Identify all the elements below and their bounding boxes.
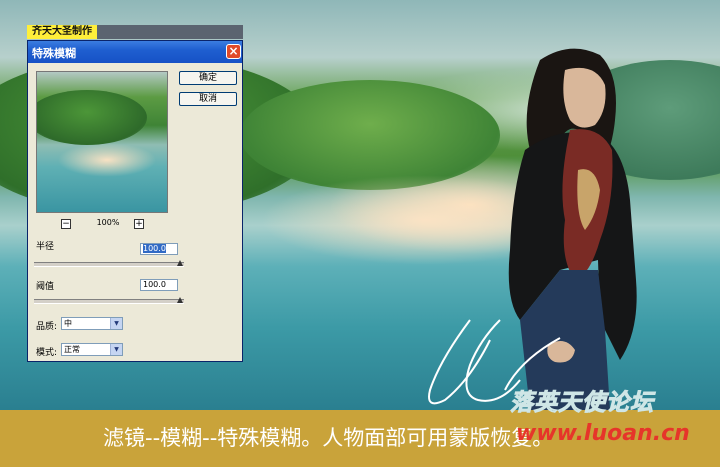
quality-select[interactable]: 中 ▼ <box>61 317 123 330</box>
preview-pane[interactable] <box>36 71 168 213</box>
site-url: www.luoan.cn <box>516 421 690 446</box>
zoom-in-button[interactable]: + <box>134 219 144 229</box>
face <box>563 67 606 128</box>
chevron-down-icon: ▼ <box>110 318 122 329</box>
chevron-down-icon: ▼ <box>110 344 122 355</box>
smart-blur-dialog: 特殊模糊 × 确定 取消 − 100% + 半径 100.0 阈值 100.0 … <box>27 40 243 362</box>
zoom-out-icon: − <box>62 219 70 229</box>
close-icon: × <box>228 44 239 58</box>
mode-label: 模式: <box>36 348 58 358</box>
preview-hill <box>37 90 147 145</box>
cancel-button[interactable]: 取消 <box>179 92 237 106</box>
mask-stroke-1 <box>428 319 491 405</box>
zoom-level: 100% <box>96 218 120 227</box>
threshold-value: 100.0 <box>143 280 166 289</box>
dialog-title: 特殊模糊 <box>32 47 76 60</box>
threshold-input[interactable]: 100.0 <box>140 279 178 291</box>
radius-slider-thumb[interactable] <box>177 260 183 266</box>
zoom-in-icon: + <box>135 219 143 229</box>
radius-input[interactable]: 100.0 <box>140 243 178 255</box>
dialog-titlebar[interactable]: 特殊模糊 × <box>28 41 242 63</box>
ok-button[interactable]: 确定 <box>179 71 237 85</box>
radius-slider-track[interactable] <box>34 262 184 267</box>
quality-label: 品质: <box>36 322 58 332</box>
radius-value: 100.0 <box>143 244 166 253</box>
close-button[interactable]: × <box>226 44 241 59</box>
author-tag: 齐天大圣制作 <box>27 25 97 39</box>
quality-value: 中 <box>64 319 72 328</box>
threshold-slider-track[interactable] <box>34 299 184 304</box>
caption-text: 滤镜--模糊--特殊模糊。人物面部可用蒙版恢复。 <box>103 426 554 450</box>
zoom-out-button[interactable]: − <box>61 219 71 229</box>
threshold-label: 阈值 <box>36 282 55 292</box>
radius-label: 半径 <box>36 242 55 252</box>
mode-select[interactable]: 正常 ▼ <box>61 343 123 356</box>
threshold-slider-thumb[interactable] <box>177 297 183 303</box>
forum-watermark: 落英天使论坛 <box>510 390 654 417</box>
mode-value: 正常 <box>64 345 80 354</box>
